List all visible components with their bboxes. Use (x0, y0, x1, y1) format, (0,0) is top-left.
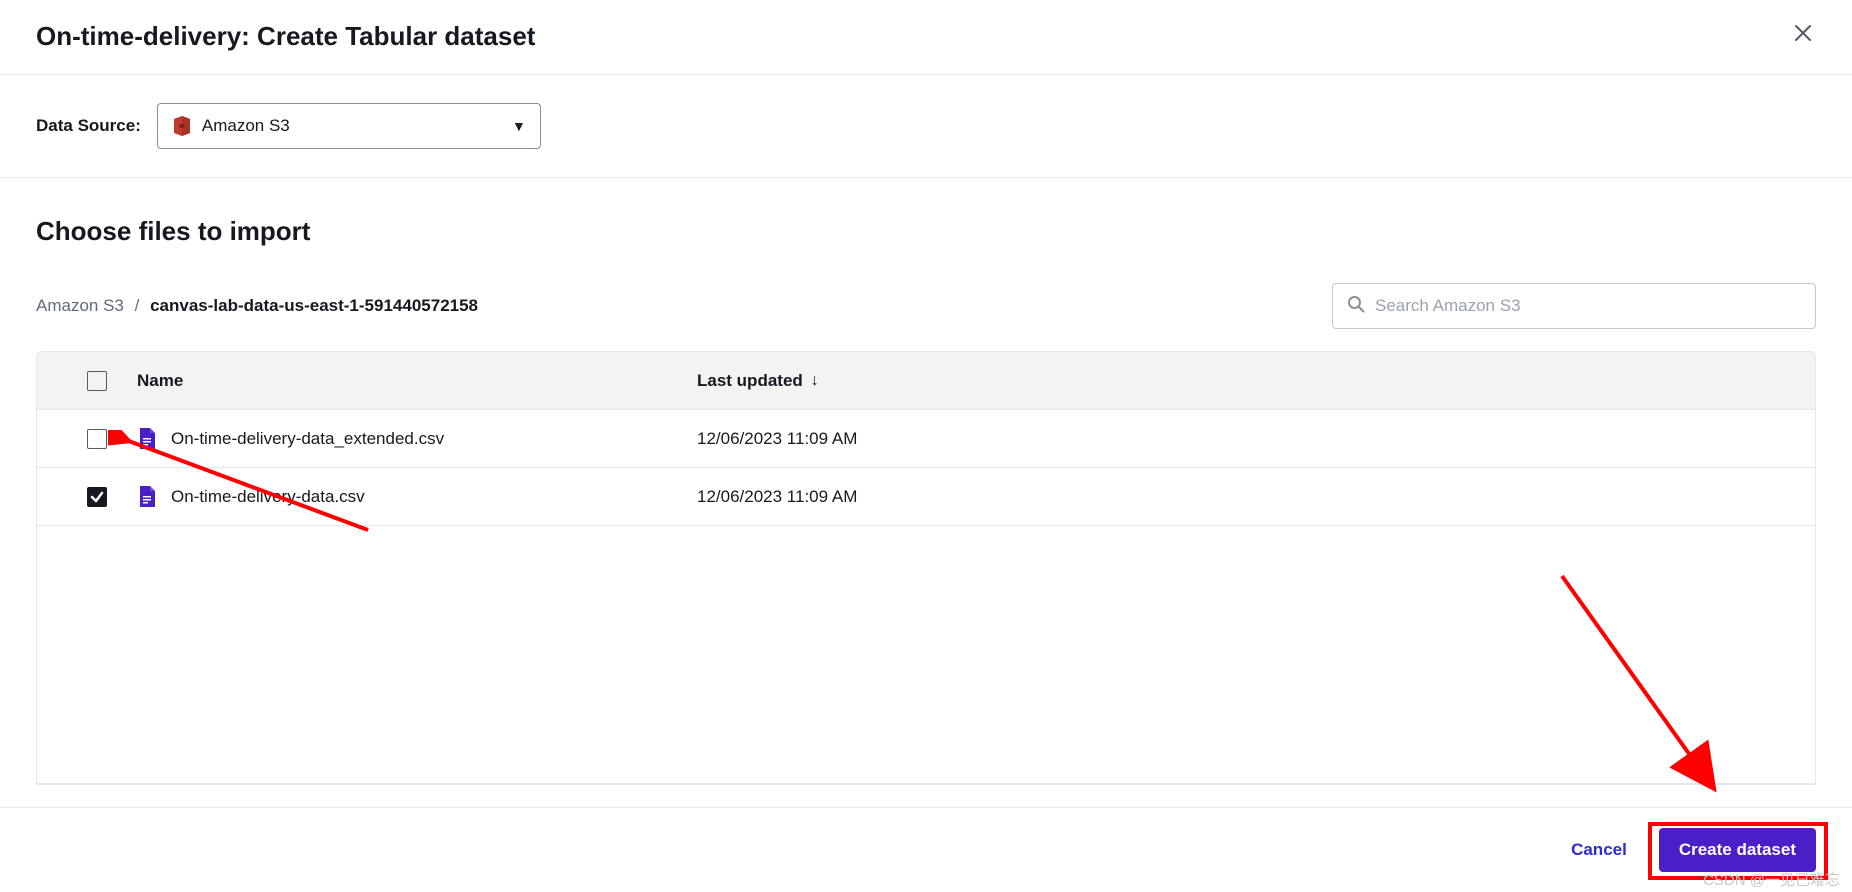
row-checkbox[interactable] (87, 429, 107, 449)
header-bar: On-time-delivery: Create Tabular dataset (0, 0, 1852, 75)
breadcrumb: Amazon S3 / canvas-lab-data-us-east-1-59… (36, 296, 478, 316)
row-checkbox[interactable] (87, 487, 107, 507)
table-empty-area (37, 526, 1815, 784)
sort-descending-icon: ↓ (811, 372, 819, 390)
column-header-last-updated[interactable]: Last updated (697, 371, 803, 391)
breadcrumb-separator: / (135, 296, 140, 315)
column-header-name[interactable]: Name (137, 371, 183, 391)
select-all-checkbox[interactable] (87, 371, 107, 391)
table-header: Name Last updated ↓ (37, 352, 1815, 410)
file-name: On-time-delivery-data_extended.csv (171, 429, 444, 449)
page-title: On-time-delivery: Create Tabular dataset (36, 21, 535, 52)
search-input[interactable] (1375, 296, 1801, 316)
file-icon (137, 485, 157, 509)
data-source-value: Amazon S3 (202, 116, 290, 136)
search-icon (1347, 295, 1365, 318)
close-icon (1794, 24, 1812, 42)
file-last-updated: 12/06/2023 11:09 AM (697, 429, 857, 449)
cancel-button[interactable]: Cancel (1563, 830, 1635, 870)
s3-icon (172, 116, 192, 136)
file-table: Name Last updated ↓ On-time-delivery-dat… (36, 351, 1816, 785)
section-title: Choose files to import (36, 216, 1816, 247)
create-dataset-button[interactable]: Create dataset (1659, 828, 1816, 872)
search-box[interactable] (1332, 283, 1816, 329)
data-source-label: Data Source: (36, 116, 141, 136)
file-name: On-time-delivery-data.csv (171, 487, 365, 507)
breadcrumb-current: canvas-lab-data-us-east-1-591440572158 (150, 296, 478, 315)
table-row[interactable]: On-time-delivery-data.csv 12/06/2023 11:… (37, 468, 1815, 526)
caret-down-icon: ▼ (512, 118, 526, 134)
breadcrumb-root[interactable]: Amazon S3 (36, 296, 124, 315)
footer: Cancel Create dataset (0, 807, 1852, 892)
data-source-select[interactable]: Amazon S3 ▼ (157, 103, 541, 149)
data-source-row: Data Source: Amazon S3 ▼ (0, 75, 1852, 178)
file-icon (137, 427, 157, 451)
close-button[interactable] (1790, 20, 1816, 52)
table-row[interactable]: On-time-delivery-data_extended.csv 12/06… (37, 410, 1815, 468)
file-last-updated: 12/06/2023 11:09 AM (697, 487, 857, 507)
